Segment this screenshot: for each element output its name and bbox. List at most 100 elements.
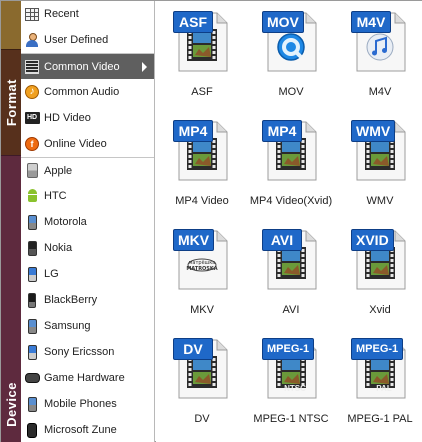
format-badge: ASF	[173, 11, 213, 33]
apple-device-icon	[24, 163, 40, 179]
format-caption: M4V	[368, 86, 392, 98]
menu-item-motorola[interactable]: Motorola	[21, 209, 154, 235]
format-tile-mkv[interactable]: матрёшка MATROSKA MKV MKV	[159, 221, 245, 329]
menu-item-label: Microsoft Zune	[44, 424, 117, 436]
format-caption: ASF	[191, 86, 213, 98]
menu-item-label: Samsung	[44, 320, 91, 332]
menu-item-common-audio[interactable]: ♪ Common Audio	[21, 79, 154, 105]
format-film-icon: DV	[173, 338, 231, 400]
format-tile-mov[interactable]: MOV MOV	[248, 3, 334, 111]
phone-icon	[24, 266, 40, 282]
format-badge: MPEG-1	[351, 338, 404, 360]
audio-note-icon: ♪	[24, 84, 40, 100]
phone-icon	[24, 318, 40, 334]
format-film-icon: MPEG-1 PAL	[351, 338, 409, 400]
online-video-icon: f	[24, 136, 40, 152]
menu-item-blackberry[interactable]: BlackBerry	[21, 287, 154, 313]
format-tile-wmv[interactable]: WMV WMV	[337, 112, 422, 220]
menu-item-htc[interactable]: HTC	[21, 183, 154, 209]
format-film-icon: MP4	[262, 120, 320, 182]
android-icon	[24, 188, 40, 204]
menu-item-hd-video[interactable]: HD HD Video	[21, 105, 154, 131]
format-tile-mp4-video-xvid[interactable]: MP4 MP4 Video(Xvid)	[248, 112, 334, 220]
format-badge: WMV	[351, 120, 396, 142]
menu-item-sony-ericsson[interactable]: Sony Ericsson	[21, 339, 154, 365]
menu-item-label: Game Hardware	[44, 372, 125, 384]
menu-item-game-hardware[interactable]: Game Hardware	[21, 365, 154, 391]
zune-icon	[24, 422, 40, 438]
menu-item-user-defined[interactable]: User Defined	[21, 27, 154, 53]
phone-icon	[24, 240, 40, 256]
menu-item-recent[interactable]: Recent	[21, 1, 154, 27]
menu-item-label: Sony Ericsson	[44, 346, 115, 358]
format-caption: AVI	[282, 304, 300, 316]
hd-icon: HD	[24, 110, 40, 126]
menu-item-label: Nokia	[44, 242, 73, 254]
format-caption: MP4 Video	[175, 195, 229, 207]
menu-item-common-video[interactable]: Common Video	[21, 53, 154, 79]
format-badge: MP4	[173, 120, 213, 142]
menu-item-label: HTC	[44, 190, 67, 202]
format-tile-mpeg-1-ntsc[interactable]: MPEG-1 NTSC MPEG-1 NTSC	[248, 330, 334, 438]
format-itunes-icon: M4V	[351, 11, 409, 73]
side-tab-device-label: Device	[3, 382, 19, 427]
format-badge: XVID	[351, 229, 394, 251]
format-badge: M4V	[351, 11, 391, 33]
game-controller-icon	[24, 370, 40, 386]
format-tile-mp4-video[interactable]: MP4 MP4 Video	[159, 112, 245, 220]
menu-item-online-video[interactable]: f Online Video	[21, 131, 154, 157]
format-tile-avi[interactable]: AVI AVI	[248, 221, 334, 329]
menu-item-label: Recent	[44, 8, 79, 20]
phone-icon	[24, 396, 40, 412]
film-icon	[24, 59, 40, 75]
format-badge: MPEG-1	[262, 338, 315, 360]
format-caption: MOV	[278, 86, 304, 98]
menu-item-mobile-phones[interactable]: Mobile Phones	[21, 391, 154, 417]
format-badge: MKV	[173, 229, 215, 251]
phone-icon	[24, 214, 40, 230]
menu-item-label: User Defined	[44, 34, 109, 46]
format-caption: MPEG-1 PAL	[347, 413, 413, 425]
menu-item-microsoft-zune[interactable]: Microsoft Zune	[21, 417, 154, 442]
side-tab-format-label: Format	[3, 78, 19, 127]
menu-item-label: Common Audio	[44, 86, 120, 98]
format-badge: DV	[173, 338, 213, 360]
menu-item-samsung[interactable]: Samsung	[21, 313, 154, 339]
category-list: Recent User Defined Common Video ♪ Common Au…	[21, 1, 155, 442]
submenu-arrow-icon	[142, 62, 147, 72]
menu-item-apple[interactable]: Apple	[21, 157, 154, 183]
format-tile-mpeg-1-pal[interactable]: MPEG-1 PAL MPEG-1 PAL	[337, 330, 422, 438]
menu-item-label: LG	[44, 268, 59, 280]
format-sub-label: NTSC	[284, 384, 306, 393]
menu-item-label: Apple	[44, 164, 73, 177]
format-caption: DV	[194, 413, 210, 425]
side-tab-format[interactable]: Format	[1, 49, 21, 155]
format-sub-label: PAL	[376, 384, 392, 393]
format-tile-xvid[interactable]: XVID Xvid	[337, 221, 422, 329]
format-picker-window: Format Device Recent User Defined Common V…	[0, 0, 422, 442]
menu-item-label: HD Video	[44, 112, 91, 124]
menu-item-label: Mobile Phones	[44, 398, 117, 410]
side-tab-recent[interactable]	[1, 1, 21, 49]
format-badge: AVI	[262, 229, 302, 251]
menu-item-lg[interactable]: LG	[21, 261, 154, 287]
recent-grid-icon	[24, 6, 40, 22]
format-grid: ASF ASF MOV MOV M4V M4V MP4 MP4 Video MP4 MP4 Vid…	[156, 1, 422, 442]
format-matroska-icon: матрёшка MATROSKA MKV	[173, 229, 231, 291]
menu-item-label: BlackBerry	[44, 294, 98, 306]
format-caption: MP4 Video(Xvid)	[249, 195, 333, 207]
format-film-icon: ASF	[173, 11, 231, 73]
menu-item-nokia[interactable]: Nokia	[21, 235, 154, 261]
format-tile-m4v[interactable]: M4V M4V	[337, 3, 422, 111]
format-badge: MOV	[262, 11, 304, 33]
format-badge: MP4	[262, 120, 302, 142]
format-film-icon: XVID	[351, 229, 409, 291]
menu-item-label: Common Video	[44, 60, 120, 73]
format-tile-dv[interactable]: DV DV	[159, 330, 245, 438]
phone-icon	[24, 344, 40, 360]
format-tile-asf[interactable]: ASF ASF	[159, 3, 245, 111]
menu-item-label: Motorola	[44, 216, 87, 228]
side-tab-strip: Format Device	[1, 1, 21, 442]
side-tab-device[interactable]: Device	[1, 155, 21, 442]
format-film-icon: MPEG-1 NTSC	[262, 338, 320, 400]
